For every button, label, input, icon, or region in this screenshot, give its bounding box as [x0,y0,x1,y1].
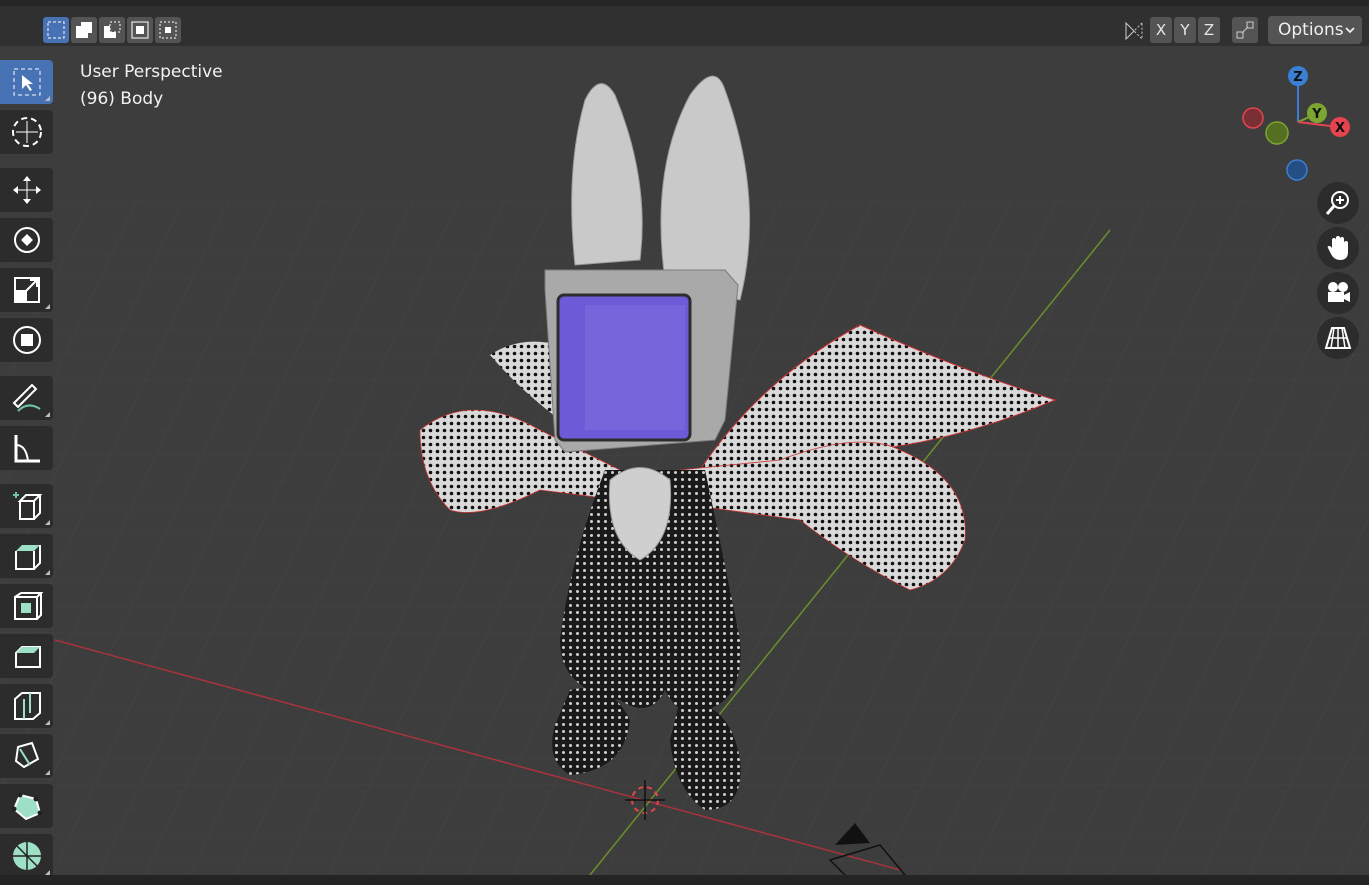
annotate-tool[interactable] [0,376,53,420]
zoom-button[interactable] [1317,182,1359,224]
rotate-icon [13,227,40,253]
select-invert-icon [131,21,149,39]
cursor-icon [11,117,42,147]
y-axis-label: Y [1311,107,1322,122]
bevel-tool[interactable] [0,634,53,678]
add-cube-tool[interactable] [0,484,53,528]
scene-canvas[interactable] [0,0,1369,885]
options-dropdown[interactable]: Options [1268,16,1362,44]
snap-toggle-button[interactable] [1232,17,1258,43]
3d-viewport[interactable]: X Y Z Options User Perspective (96) Body [0,0,1369,885]
neg-z-handle[interactable] [1286,159,1308,181]
hand-icon [1327,236,1348,260]
transform-tool[interactable] [0,318,53,362]
rotate-tool[interactable] [0,218,53,262]
zoom-icon [1325,191,1349,215]
select-invert-button[interactable] [127,17,153,43]
knife-tool[interactable] [0,734,53,778]
mirror-y-button[interactable]: Y [1174,17,1196,43]
neg-y-handle[interactable] [1265,121,1289,145]
navigation-gizmo[interactable]: Z Y X [1230,60,1360,190]
spin-icon [12,842,41,870]
select-subtract-button[interactable] [99,17,125,43]
scale-tool[interactable] [0,268,53,312]
add-cube-icon [12,492,42,520]
options-label: Options [1278,20,1344,40]
annotate-icon [12,383,41,412]
chevron-down-icon [1345,27,1355,34]
mirror-x-button[interactable]: X [1150,17,1172,43]
pan-button[interactable] [1317,227,1359,269]
inset-tool[interactable] [0,584,53,628]
viewport-header: X Y Z Options [0,0,1369,46]
measure-icon [14,435,40,463]
spin-tool[interactable] [0,834,53,878]
select-mode-group [43,17,181,43]
select-subtract-icon [104,21,121,38]
snap-icon [1236,21,1254,39]
loop-cut-icon [13,692,41,720]
extrude-tool[interactable] [0,534,53,578]
transform-icon [12,326,41,354]
select-new-button[interactable] [43,17,69,43]
top-trim [0,0,1369,6]
poly-build-icon [11,792,42,821]
grid-perspective-icon [1324,327,1352,349]
perspective-toggle-button[interactable] [1317,317,1359,359]
select-new-icon [47,21,65,39]
poly-build-tool[interactable] [0,784,53,828]
scale-icon [13,277,40,303]
select-extend-icon [76,22,92,38]
knife-icon [14,741,39,769]
select-extend-button[interactable] [71,17,97,43]
cursor-tool[interactable] [0,110,53,154]
extrude-icon [14,545,41,570]
view-name-label: User Perspective [80,62,223,82]
status-bar [0,875,1369,885]
loop-cut-tool[interactable] [0,684,53,728]
measure-tool[interactable] [0,426,53,470]
move-tool[interactable] [0,168,53,212]
z-axis-label: Z [1293,70,1302,85]
select-box-icon [13,68,40,96]
mirror-icon[interactable] [1122,19,1146,47]
bevel-icon [14,646,41,668]
x-axis-label: X [1335,121,1345,136]
mirror-z-button[interactable]: Z [1198,17,1220,43]
inset-icon [13,592,43,620]
active-object-label: (96) Body [80,89,164,109]
select-intersect-button[interactable] [155,17,181,43]
move-icon [12,176,41,204]
camera-view-button[interactable] [1317,272,1359,314]
select-intersect-icon [159,21,177,39]
tv-screen-inner [585,305,685,430]
select-box-tool[interactable] [0,60,53,104]
neg-x-handle[interactable] [1242,107,1264,129]
camera-icon [1328,282,1350,302]
